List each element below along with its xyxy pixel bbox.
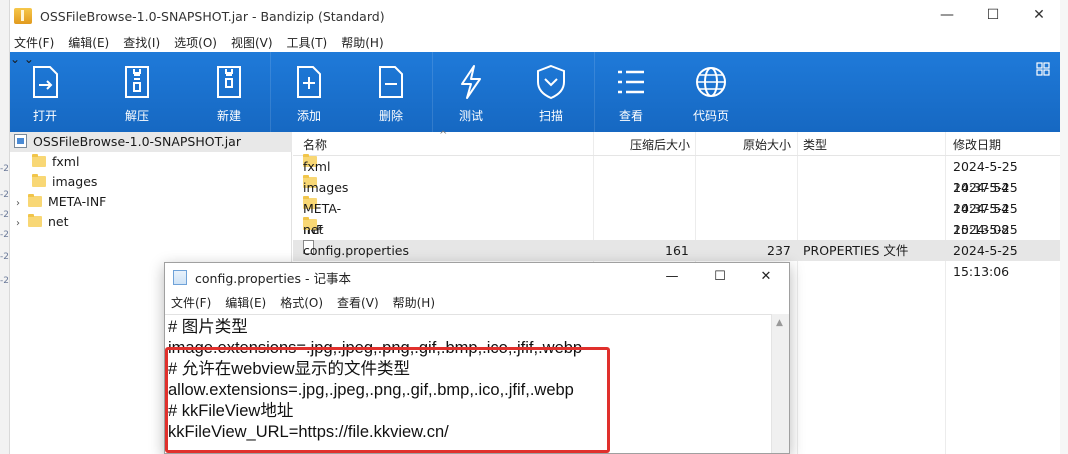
notepad-menu-format[interactable]: 格式(O)	[280, 294, 323, 311]
notepad-close-button[interactable]: ✕	[743, 263, 789, 291]
codepage-button[interactable]: 代码页	[676, 52, 746, 132]
menu-options[interactable]: 选项(O)	[174, 34, 217, 51]
toolbar-divider	[270, 52, 271, 132]
notepad-menu-edit[interactable]: 编辑(E)	[225, 294, 266, 311]
file-row[interactable]: fxml 2024-5-25 14:37:54	[293, 154, 1060, 195]
new-archive-button[interactable]: 新建	[194, 52, 264, 132]
list-view-icon	[618, 70, 644, 94]
delete-file-icon	[379, 66, 403, 98]
open-button[interactable]: 打开	[10, 52, 80, 132]
add-file-icon	[297, 66, 321, 98]
notepad-text-area[interactable]: # 图片类型 image.extensions=.jpg,.jpeg,.png,…	[165, 314, 771, 453]
sort-arrow-icon: ^	[439, 130, 448, 141]
menu-help[interactable]: 帮助(H)	[341, 34, 383, 51]
folder-icon	[28, 214, 42, 227]
column-original[interactable]: 原始大小	[743, 136, 791, 153]
toolbar: 打开 ⌄ 解压 ⌄ 新建 添加 删除 测试 扫描 查看 代码页	[10, 52, 1060, 132]
maximize-button[interactable]: ☐	[970, 0, 1016, 32]
delete-button[interactable]: 删除	[356, 52, 426, 132]
expand-chevron-icon[interactable]: ›	[16, 194, 28, 214]
scroll-up-arrow-icon[interactable]: ▲	[776, 318, 785, 328]
extract-icon	[125, 66, 149, 98]
text-line: # 允许在webview显示的文件类型	[168, 360, 411, 378]
bandizip-window: OSSFileBrowse-1.0-SNAPSHOT.jar - Bandizi…	[10, 0, 1060, 454]
globe-icon	[696, 67, 726, 97]
folder-icon	[32, 154, 46, 167]
text-line: # 图片类型	[168, 318, 248, 336]
menu-edit[interactable]: 编辑(E)	[68, 34, 109, 51]
notepad-window: config.properties - 记事本 — ☐ ✕ 文件(F) 编辑(E…	[164, 262, 790, 454]
text-line: kkFileView_URL=https://file.kkview.cn/	[168, 423, 449, 441]
tree-root[interactable]: OSSFileBrowse-1.0-SNAPSHOT.jar	[10, 132, 292, 152]
notepad-title: config.properties - 记事本	[195, 270, 351, 286]
list-header: 名称 ^ 压缩后大小 原始大小 类型 修改日期	[293, 130, 1060, 156]
expand-chevron-icon[interactable]: ›	[16, 214, 28, 234]
file-row[interactable]: net 2024-5-25 14:37:56	[293, 217, 1060, 258]
layout-switch-icon[interactable]	[1036, 62, 1050, 76]
notepad-minimize-button[interactable]: —	[649, 263, 695, 291]
tree-item[interactable]: › net	[10, 212, 69, 232]
extract-button[interactable]: 解压	[102, 52, 172, 132]
test-button[interactable]: 测试	[436, 52, 506, 132]
menu-find[interactable]: 查找(I)	[123, 34, 160, 51]
notepad-title-bar[interactable]: config.properties - 记事本	[165, 263, 789, 291]
notepad-menu-view[interactable]: 查看(V)	[337, 294, 379, 311]
notepad-maximize-button[interactable]: ☐	[697, 263, 743, 291]
column-type[interactable]: 类型	[803, 136, 827, 153]
add-button[interactable]: 添加	[274, 52, 344, 132]
text-line: image.extensions=.jpg,.jpeg,.png,.gif,.b…	[168, 339, 583, 357]
file-row[interactable]: images 2024-5-25 14:37:54	[293, 175, 1060, 216]
notepad-scrollbar[interactable]: ▲	[771, 314, 789, 453]
toolbar-divider	[432, 52, 433, 132]
file-row[interactable]: META-INF 2024-5-25 15:13:08	[293, 196, 1060, 237]
text-line: allow.extensions=.jpg,.jpeg,.png,.gif,.b…	[168, 381, 574, 399]
menu-view[interactable]: 视图(V)	[231, 34, 273, 51]
notepad-menu-help[interactable]: 帮助(H)	[393, 294, 435, 311]
folder-icon	[32, 174, 46, 187]
title-bar[interactable]: OSSFileBrowse-1.0-SNAPSHOT.jar - Bandizi…	[10, 0, 1060, 32]
menu-file[interactable]: 文件(F)	[14, 34, 54, 51]
folder-icon	[28, 194, 42, 207]
jar-file-icon	[14, 134, 27, 148]
new-archive-icon	[217, 66, 241, 98]
tree-item[interactable]: › META-INF	[10, 192, 106, 212]
lightning-icon	[461, 65, 481, 99]
background-window-edge-right	[1060, 0, 1068, 454]
column-name[interactable]: 名称	[303, 136, 327, 153]
column-compressed[interactable]: 压缩后大小	[630, 136, 690, 153]
tree-item[interactable]: fxml	[10, 152, 79, 172]
view-button[interactable]: 查看	[596, 52, 666, 132]
notepad-menu-bar: 文件(F) 编辑(E) 格式(O) 查看(V) 帮助(H)	[165, 291, 789, 313]
file-row-selected[interactable]: config.properties 161 237 PROPERTIES 文件 …	[293, 240, 1060, 279]
tree-item[interactable]: images	[10, 172, 97, 192]
window-title: OSSFileBrowse-1.0-SNAPSHOT.jar - Bandizi…	[40, 8, 385, 24]
open-archive-icon	[33, 66, 58, 98]
menu-bar: 文件(F) 编辑(E) 查找(I) 选项(O) 视图(V) 工具(T) 帮助(H…	[10, 32, 1060, 52]
scan-button[interactable]: 扫描	[516, 52, 586, 132]
notepad-menu-file[interactable]: 文件(F)	[171, 294, 211, 311]
menu-tools[interactable]: 工具(T)	[287, 34, 328, 51]
background-window-edge: -2 -2 -2 -2 -2 -2	[0, 0, 10, 454]
notepad-icon	[173, 269, 187, 285]
column-modified[interactable]: 修改日期	[953, 136, 1001, 153]
minimize-button[interactable]: —	[924, 0, 970, 32]
zip-archive-icon	[14, 8, 32, 24]
text-line: # kkFileView地址	[168, 402, 294, 420]
shield-icon	[537, 64, 565, 100]
close-button[interactable]: ✕	[1016, 0, 1060, 32]
toolbar-divider	[594, 52, 595, 132]
